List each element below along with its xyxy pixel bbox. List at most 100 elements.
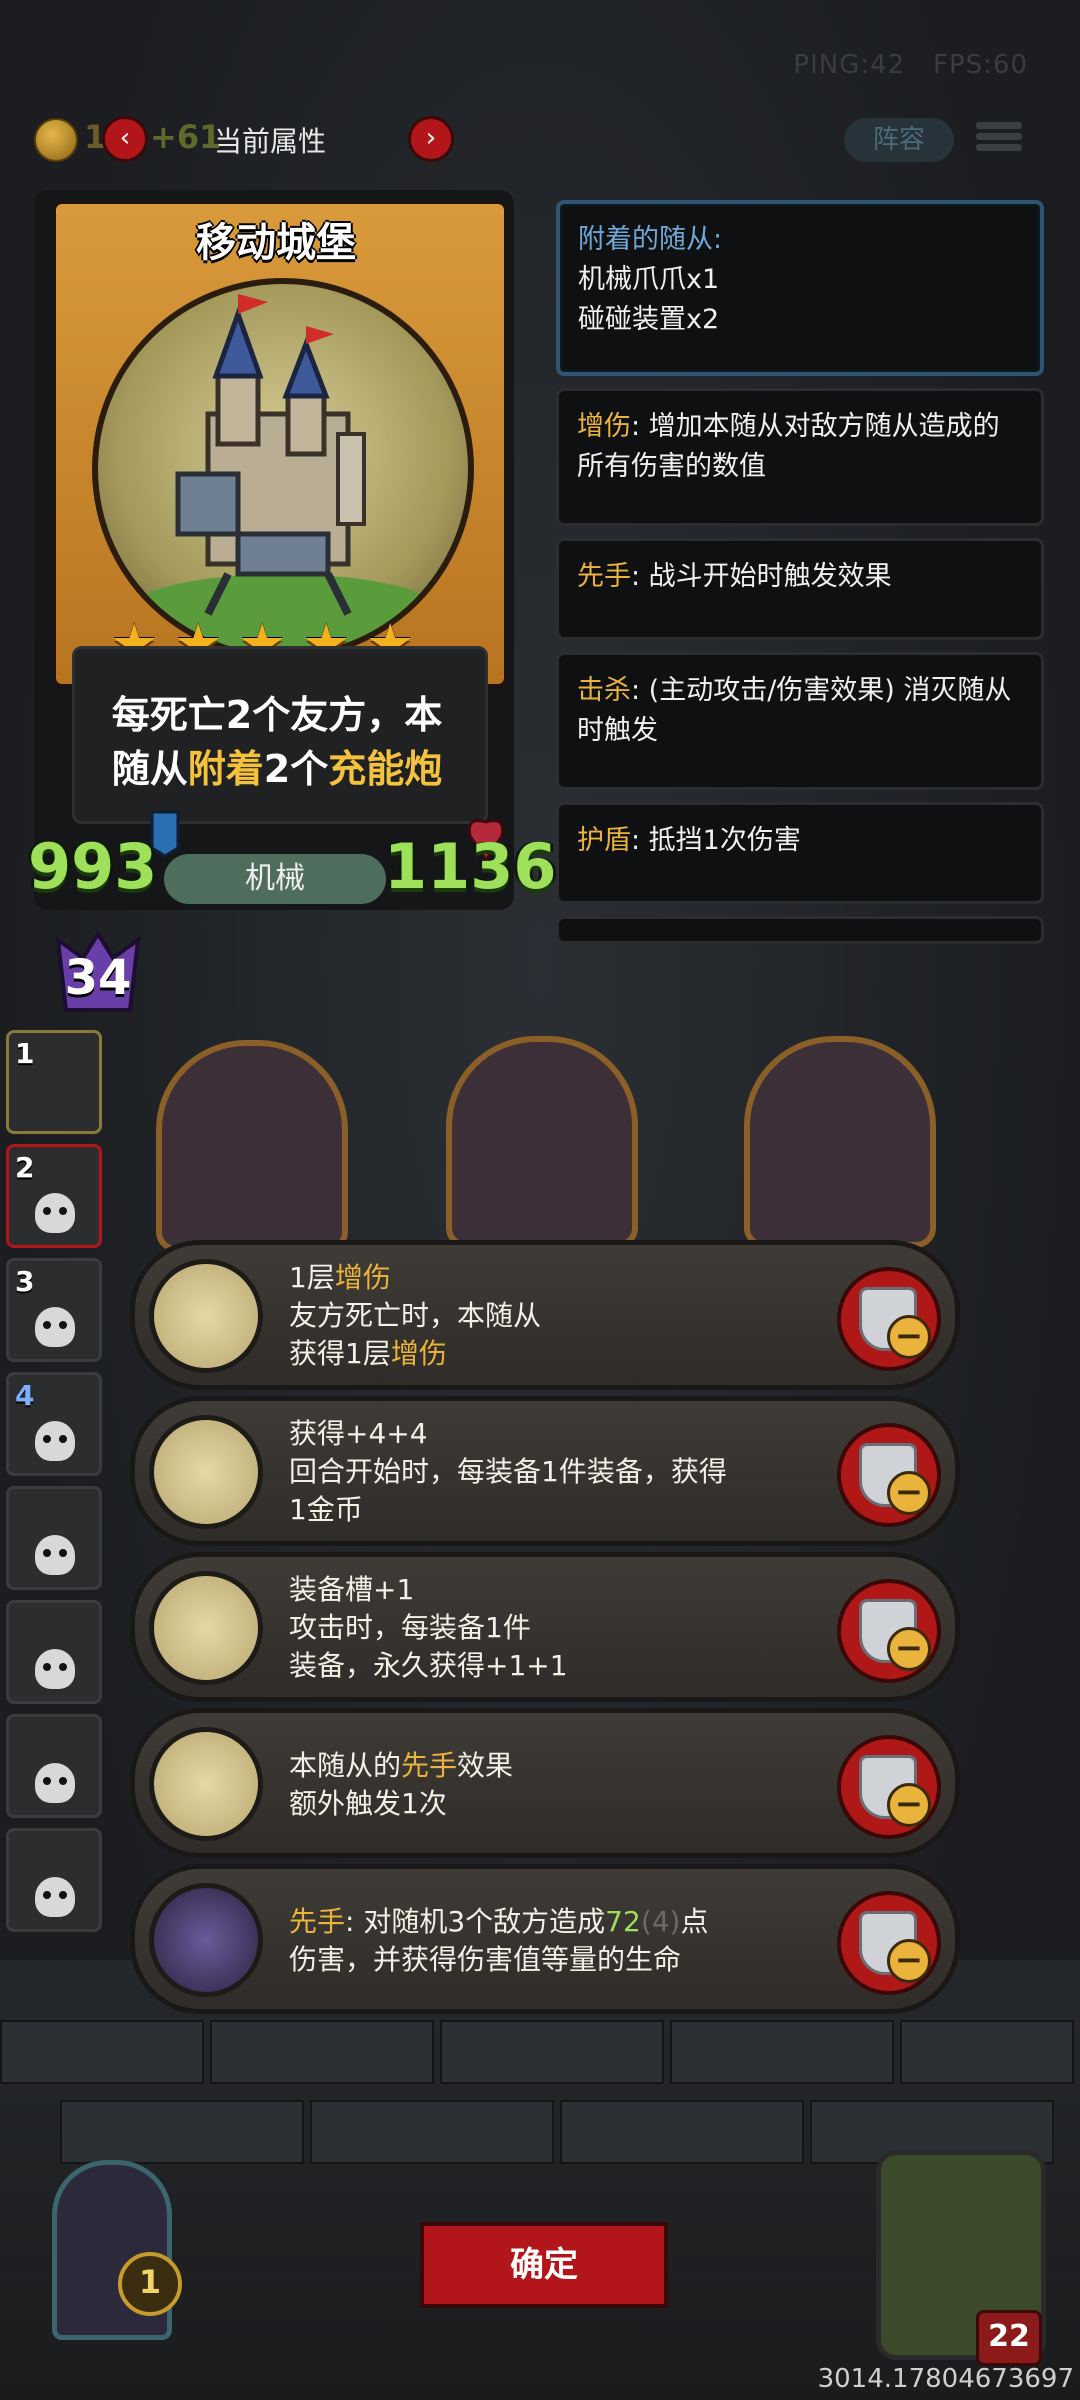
- skull-icon: [35, 1649, 75, 1689]
- equipment-row: 先手: 对随机3个敌方造成72(4)点 伤害，并获得伤害值等量的生命 −: [130, 1864, 960, 2014]
- floor-tile: [210, 2020, 434, 2084]
- equipment-line: 回合开始时，每装备1件装备，获得: [289, 1455, 727, 1488]
- castle-illustration: [123, 294, 443, 654]
- equipment-line: 攻击时，每装备1件: [289, 1611, 531, 1644]
- minus-icon: −: [887, 1627, 931, 1671]
- horseshoe-icon: [149, 1571, 263, 1685]
- equipment-line: 获得+4+4: [289, 1417, 428, 1450]
- sidebar-slot[interactable]: 1: [6, 1030, 102, 1134]
- confirm-button[interactable]: 确定: [420, 2222, 668, 2308]
- keyword-name: 击杀: [577, 675, 631, 706]
- gold-coin-icon: [34, 118, 78, 162]
- equipment-text: 1层增伤 友方死亡时，本随从 获得1层增伤: [289, 1259, 829, 1373]
- fps-value: FPS:60: [933, 50, 1028, 80]
- minion-name: 移动城堡: [196, 220, 356, 266]
- equipment-line: 装备槽+1: [289, 1573, 415, 1606]
- floor-tile: [440, 2020, 664, 2084]
- equipment-line: 装备，永久获得+1+1: [289, 1649, 568, 1682]
- text-span: (4): [640, 1905, 681, 1938]
- text-span: 1层: [289, 1261, 335, 1294]
- keyword-name: 增伤: [577, 411, 631, 442]
- sidebar-slot[interactable]: [6, 1714, 102, 1818]
- ability-line-2: 随从附着2个充能炮: [72, 742, 482, 796]
- attached-item: 碰碰装置x2: [578, 304, 720, 335]
- keyword-panel-damage-boost: 增伤: 增加本随从对敌方随从造成的所有伤害的数值: [556, 388, 1044, 526]
- keyword-desc: : 抵挡1次伤害: [631, 825, 801, 856]
- text-span: 效果: [457, 1749, 514, 1782]
- board-minion[interactable]: [446, 1036, 638, 1248]
- text-span: 获得1层: [289, 1337, 391, 1370]
- hero-health: 22: [976, 2310, 1042, 2366]
- prev-arrow-button[interactable]: ‹: [102, 116, 148, 162]
- board-minion[interactable]: [156, 1040, 348, 1252]
- equipment-line: 本随从的先手效果: [289, 1747, 829, 1785]
- sidebar-slot[interactable]: 4: [6, 1372, 102, 1476]
- slot-number: 3: [15, 1265, 35, 1298]
- keyword-span: 先手: [401, 1749, 458, 1782]
- sidebar-slot[interactable]: [6, 1486, 102, 1590]
- equipment-line: 获得1层增伤: [289, 1335, 829, 1373]
- lineup-button[interactable]: 阵容: [844, 118, 954, 162]
- skull-icon: [35, 1877, 75, 1917]
- sidebar-slot[interactable]: 3: [6, 1258, 102, 1362]
- skull-icon: [35, 1307, 75, 1347]
- slot-number: 2: [15, 1151, 35, 1184]
- remove-equipment-button[interactable]: −: [837, 1891, 941, 1995]
- next-arrow-button[interactable]: ›: [408, 116, 454, 162]
- keyword-desc: : (主动攻击/伤害效果) 消灭随从时触发: [577, 675, 1012, 746]
- slot-number: 4: [15, 1379, 35, 1412]
- sidebar-slot[interactable]: [6, 1828, 102, 1932]
- board-minion[interactable]: [744, 1036, 936, 1248]
- equipment-row: 装备槽+1 攻击时，每装备1件 装备，永久获得+1+1 −: [130, 1552, 960, 1702]
- deck-count-badge: 1: [118, 2252, 182, 2316]
- minus-icon: −: [887, 1315, 931, 1359]
- equipment-line: 友方死亡时，本随从: [289, 1299, 542, 1332]
- purple-staff-icon: [149, 1883, 263, 1997]
- coordinate-readout: 3014.17804673697: [817, 2364, 1074, 2394]
- equipment-line: 先手: 对随机3个敌方造成72(4)点: [289, 1903, 829, 1941]
- ability-line-1: 每死亡2个友方，本: [111, 693, 443, 737]
- page-title: 当前属性: [214, 125, 327, 158]
- keyword-span: 增伤: [390, 1337, 447, 1370]
- value-span: 72: [605, 1905, 641, 1938]
- attached-minions-panel: 附着的随从: 机械爪爪x1 碰碰装置x2: [556, 200, 1044, 376]
- remove-equipment-button[interactable]: −: [837, 1579, 941, 1683]
- ping-fps-readout: PING:42 FPS:60: [793, 50, 1028, 80]
- equipment-text: 先手: 对随机3个敌方造成72(4)点 伤害，并获得伤害值等量的生命: [289, 1903, 829, 1979]
- minion-portrait-castle: [92, 278, 474, 660]
- skull-icon: [35, 1193, 75, 1233]
- equipment-line: 额外触发1次: [289, 1787, 447, 1820]
- skull-icon: [35, 1421, 75, 1461]
- remove-equipment-button[interactable]: −: [837, 1267, 941, 1371]
- ping-value: PING:42: [793, 50, 906, 80]
- equipment-row: 1层增伤 友方死亡时，本随从 获得1层增伤 −: [130, 1240, 960, 1390]
- slingshot-icon: [149, 1259, 263, 1373]
- remove-equipment-button[interactable]: −: [837, 1735, 941, 1839]
- floor-tile: [670, 2020, 894, 2084]
- ability-keyword: 充能炮: [328, 747, 443, 791]
- equipment-line: 伤害，并获得伤害值等量的生命: [289, 1943, 682, 1976]
- sidebar-slot[interactable]: 2: [6, 1144, 102, 1248]
- equipment-text: 本随从的先手效果 额外触发1次: [289, 1747, 829, 1823]
- menu-icon[interactable]: [976, 118, 1022, 162]
- equipment-line: 1金币: [289, 1493, 363, 1526]
- skull-icon: [35, 1535, 75, 1575]
- attached-title: 附着的随从:: [578, 224, 723, 255]
- sidebar-slot[interactable]: [6, 1600, 102, 1704]
- menu-line: [976, 122, 1022, 129]
- keyword-desc: : 增加本随从对敌方随从造成的所有伤害的数值: [577, 411, 1000, 482]
- gold-bonus: +61: [150, 118, 222, 156]
- remove-equipment-button[interactable]: −: [837, 1423, 941, 1527]
- text-span: : 对随机3个敌方造成: [345, 1905, 606, 1938]
- keyword-span: 先手: [289, 1905, 346, 1938]
- level-number: 34: [64, 950, 132, 1006]
- ability-word: 2个: [263, 747, 329, 791]
- menu-line: [976, 144, 1022, 151]
- floor-tile: [310, 2100, 554, 2164]
- text-span: 本随从的: [289, 1749, 402, 1782]
- skull-icon: [35, 1763, 75, 1803]
- ability-word: 随从: [111, 747, 188, 791]
- keyword-panel-kill: 击杀: (主动攻击/伤害效果) 消灭随从时触发: [556, 652, 1044, 790]
- keyword-name: 先手: [577, 561, 631, 592]
- keyword-desc: : 战斗开始时触发效果: [631, 561, 892, 592]
